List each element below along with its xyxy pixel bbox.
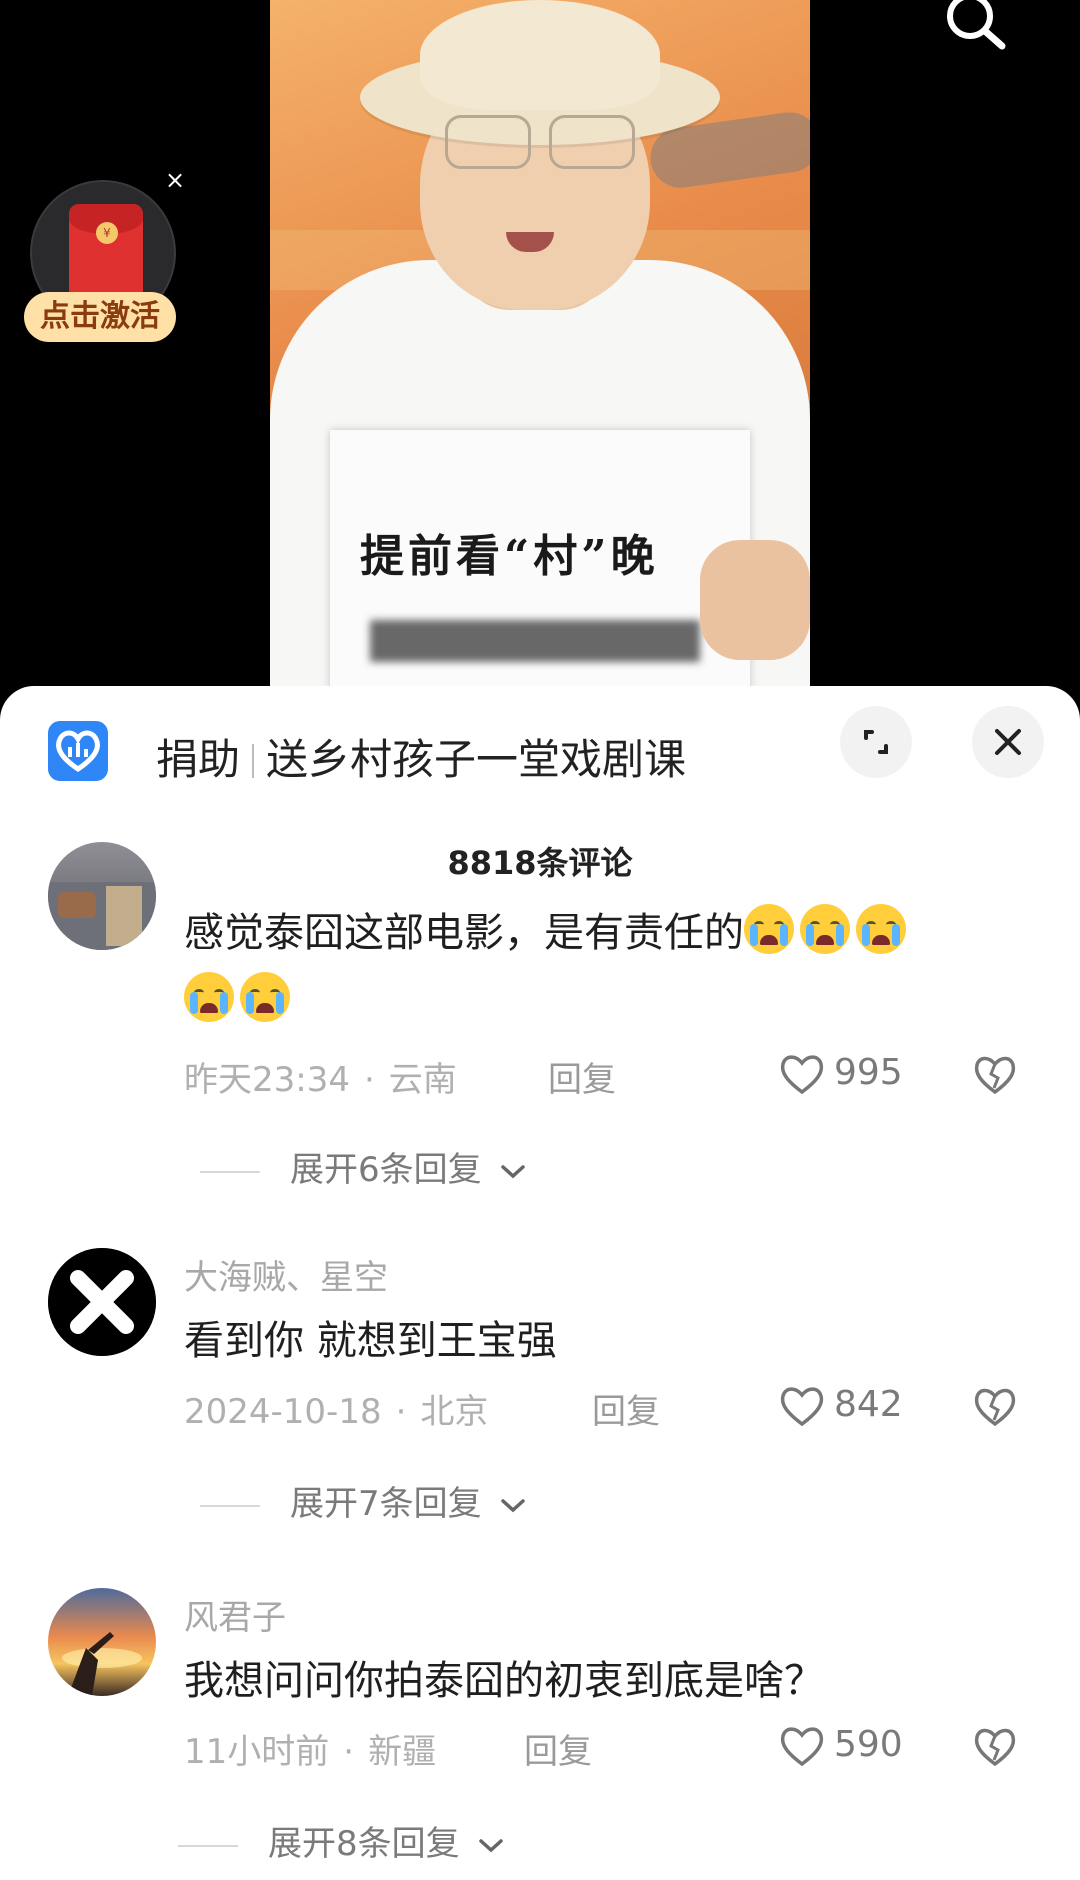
like-button[interactable] [778,1724,826,1768]
comment-location: 新疆 [368,1732,437,1772]
expand-replies-button[interactable]: 展开6条回复 [200,1142,528,1191]
chevron-down-icon [501,1164,526,1178]
expand-replies-label: 展开8条回复 [268,1824,460,1864]
user-avatar[interactable] [48,1588,156,1696]
search-icon[interactable] [940,0,1012,50]
expand-button[interactable] [840,706,912,778]
donation-banner[interactable]: 捐助 送乡村孩子一堂戏剧课 [0,686,1080,806]
comment-meta: 11小时前 · 新疆 [184,1732,437,1772]
crying-emoji-icon [240,972,290,1022]
heart-icon [780,1055,824,1095]
hat-crown [420,0,660,110]
crying-emoji-icon [744,904,794,954]
banner-title: 捐助 送乡村孩子一堂戏剧课 [156,726,686,787]
comment-location: 云南 [388,1060,457,1100]
comment-text: 感觉泰囧这部电影，是有责任的 [184,900,912,958]
dislike-button[interactable] [972,1726,1018,1772]
user-avatar[interactable] [48,842,156,950]
close-icon [995,729,1021,755]
activate-button[interactable]: 点击激活 [24,292,176,342]
comment-text: 我想问问你拍泰囧的初衷到底是啥？ [184,1658,824,1704]
crying-emoji-icon [856,904,906,954]
red-envelope-icon: ¥ [69,204,143,300]
person-hand [700,540,810,660]
red-packet-close-icon[interactable]: × [165,168,185,192]
donation-logo-icon [48,721,108,781]
close-button[interactable] [972,706,1044,778]
sign-text: 提前看“村”晚 [360,531,659,582]
sign-blurred-text [370,620,700,662]
comment-meta: 昨天23:34 · 云南 [184,1060,457,1100]
comment-username[interactable]: 风君子 [184,1590,286,1639]
comment-text-content: 感觉泰囧这部电影，是有责任的 [184,910,744,956]
comment-time: 11小时前 [184,1732,330,1772]
crying-emoji-icon [184,972,234,1022]
like-count: 590 [834,1724,903,1765]
banner-separator [252,744,255,778]
comment-location: 北京 [420,1392,489,1432]
banner-prefix: 捐助 [156,735,241,784]
heart-icon [780,1387,824,1427]
comment-time: 昨天23:34 [184,1060,350,1100]
comment-username[interactable]: 大海贼、星空 [184,1250,388,1299]
yuan-coin-icon: ¥ [96,222,118,244]
glasses [445,115,635,169]
like-button[interactable] [778,1052,826,1096]
red-packet-widget[interactable]: ¥ 点击激活 [24,180,176,350]
like-button[interactable] [778,1384,826,1428]
x-mark-icon [48,1248,156,1356]
heart-icon [780,1727,824,1767]
expand-replies-button[interactable]: 展开8条回复 [178,1816,506,1865]
comment-count: 8818条评论 [447,844,633,882]
expand-replies-label: 展开7条回复 [290,1484,482,1524]
expand-replies-label: 展开6条回复 [290,1150,482,1190]
chevron-down-icon [479,1838,504,1852]
video-player[interactable]: 提前看“村”晚 [270,0,810,700]
like-count: 842 [834,1384,903,1425]
reply-button[interactable]: 回复 [592,1384,660,1433]
comments-sheet: 捐助 送乡村孩子一堂戏剧课 8818条评论 感觉泰囧这部电影，是有责任的 昨天2… [0,686,1080,1880]
crying-emoji-icon [800,904,850,954]
comment-time: 2024-10-18 [184,1392,382,1432]
broken-heart-icon [974,1388,1016,1427]
broken-heart-icon [974,1056,1016,1095]
user-avatar[interactable] [48,1248,156,1356]
broken-heart-icon [974,1728,1016,1767]
dislike-button[interactable] [972,1386,1018,1432]
reply-button[interactable]: 回复 [524,1724,592,1773]
dislike-button[interactable] [972,1054,1018,1100]
like-count: 995 [834,1052,903,1093]
comment-text-line2 [184,972,296,1024]
banner-project-title: 送乡村孩子一堂戏剧课 [266,735,687,784]
comment-text: 看到你 就想到王宝强 [184,1318,557,1364]
reply-button[interactable]: 回复 [548,1052,616,1101]
chevron-down-icon [501,1498,526,1512]
paper-sign: 提前看“村”晚 [330,430,750,700]
comment-meta: 2024-10-18 · 北京 [184,1392,489,1432]
expand-icon [864,730,888,754]
expand-replies-button[interactable]: 展开7条回复 [200,1476,528,1525]
